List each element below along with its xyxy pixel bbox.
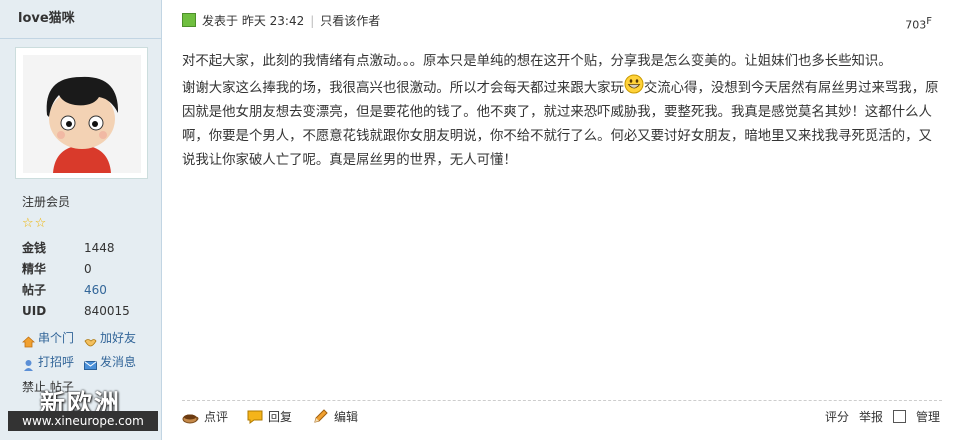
floor-number[interactable]: 703F xyxy=(905,16,932,32)
footer-divider xyxy=(182,400,942,401)
stat-value: 1448 xyxy=(84,241,115,255)
post-main: 发表于 昨天 23:42 | 只看该作者 703F 对不起大家，此刻的我情绪有点激动… xyxy=(162,0,960,440)
post-meta: 发表于 昨天 23:42 | 只看该作者 xyxy=(202,12,380,29)
rate-label: 点评 xyxy=(204,410,229,424)
reply-label: 回复 xyxy=(268,410,293,424)
message-label: 发消息 xyxy=(100,355,137,369)
post-status-icon xyxy=(182,13,196,27)
meta-divider: | xyxy=(310,14,315,28)
greet-button[interactable]: 打招呼 xyxy=(22,350,74,374)
rank-stars-icon: ☆☆ xyxy=(22,216,48,231)
envelope-icon xyxy=(84,356,98,370)
stat-value: 0 xyxy=(84,262,92,276)
stat-posts: 帖子 460 xyxy=(22,280,152,301)
author-name[interactable]: love猫咪 xyxy=(0,0,161,39)
stat-value: 840015 xyxy=(84,304,130,318)
post-body: 对不起大家，此刻的我情绪有点激动。。。原本只是单纯的想在这开个贴，分享我是怎么变… xyxy=(182,50,942,173)
visit-label: 串个门 xyxy=(38,331,75,345)
rate-button[interactable]: 点评 xyxy=(182,408,228,425)
edit-button[interactable]: 编辑 xyxy=(312,408,358,425)
post-header: 发表于 昨天 23:42 | 只看该作者 703F xyxy=(162,0,960,38)
post-time: 发表于 昨天 23:42 xyxy=(202,14,305,28)
add-friend-button[interactable]: 加好友 xyxy=(84,326,136,350)
stat-label: 帖子 xyxy=(22,283,47,297)
post-paragraph-1: 对不起大家，此刻的我情绪有点激动。。。原本只是单纯的想在这开个贴，分享我是怎么变… xyxy=(182,54,892,69)
stat-value-link[interactable]: 460 xyxy=(84,280,107,301)
post-footer: 点评 回复 编辑 评分 举报 管理 xyxy=(182,408,950,432)
post-paragraph-2: 谢谢大家这么捧我的场，我很高兴也很激动。所以才会每天都过来跟大家玩 交流心得，没想… xyxy=(182,74,942,173)
stat-digest: 精华 0 xyxy=(22,259,152,280)
watermark-url: www.xineurope.com xyxy=(8,411,158,431)
add-friend-label: 加好友 xyxy=(100,331,137,345)
report-link[interactable]: 举报 xyxy=(859,408,883,425)
avatar[interactable] xyxy=(15,47,148,179)
stat-label: 金钱 xyxy=(22,241,47,255)
user-group[interactable]: 注册会员 xyxy=(22,193,70,210)
post-container: love猫咪 注册会员 ☆☆ 金钱 1448 精华 0 帖子 460 UID 8… xyxy=(0,0,960,440)
manage-label[interactable]: 管理 xyxy=(916,408,940,425)
user-actions: 串个门 加好友 打招呼 发消息 xyxy=(21,326,162,374)
house-icon xyxy=(21,332,36,347)
message-button[interactable]: 发消息 xyxy=(84,350,136,374)
speech-bubble-icon xyxy=(246,409,264,425)
post-text-a: 谢谢大家这么捧我的场，我很高兴也很激动。所以才会每天都过来跟大家玩 xyxy=(182,81,624,96)
footer-right-actions: 评分 举报 管理 xyxy=(815,408,940,425)
author-panel: love猫咪 注册会员 ☆☆ 金钱 1448 精华 0 帖子 460 UID 8… xyxy=(0,0,162,440)
site-watermark: 新欧洲 www.xineurope.com xyxy=(8,384,158,434)
stat-uid: UID 840015 xyxy=(22,301,152,322)
coffee-cup-icon xyxy=(182,409,200,425)
reply-button[interactable]: 回复 xyxy=(246,408,292,425)
score-link[interactable]: 评分 xyxy=(825,408,849,425)
user-stats: 金钱 1448 精华 0 帖子 460 UID 840015 xyxy=(22,238,152,322)
visit-button[interactable]: 串个门 xyxy=(21,326,75,350)
floor-suffix: F xyxy=(926,16,932,27)
greet-icon xyxy=(22,356,35,371)
avatar-image xyxy=(23,55,141,173)
only-author-link[interactable]: 只看该作者 xyxy=(320,14,380,28)
grin-smiley-icon xyxy=(624,74,644,94)
manage-checkbox[interactable] xyxy=(892,410,906,423)
stat-label: UID xyxy=(22,304,47,318)
pencil-icon xyxy=(312,408,330,425)
handshake-icon xyxy=(84,332,97,346)
floor-value: 703 xyxy=(905,18,927,32)
stat-label: 精华 xyxy=(22,262,47,276)
edit-label: 编辑 xyxy=(334,410,359,424)
stat-money: 金钱 1448 xyxy=(22,238,152,259)
greet-label: 打招呼 xyxy=(38,355,75,369)
